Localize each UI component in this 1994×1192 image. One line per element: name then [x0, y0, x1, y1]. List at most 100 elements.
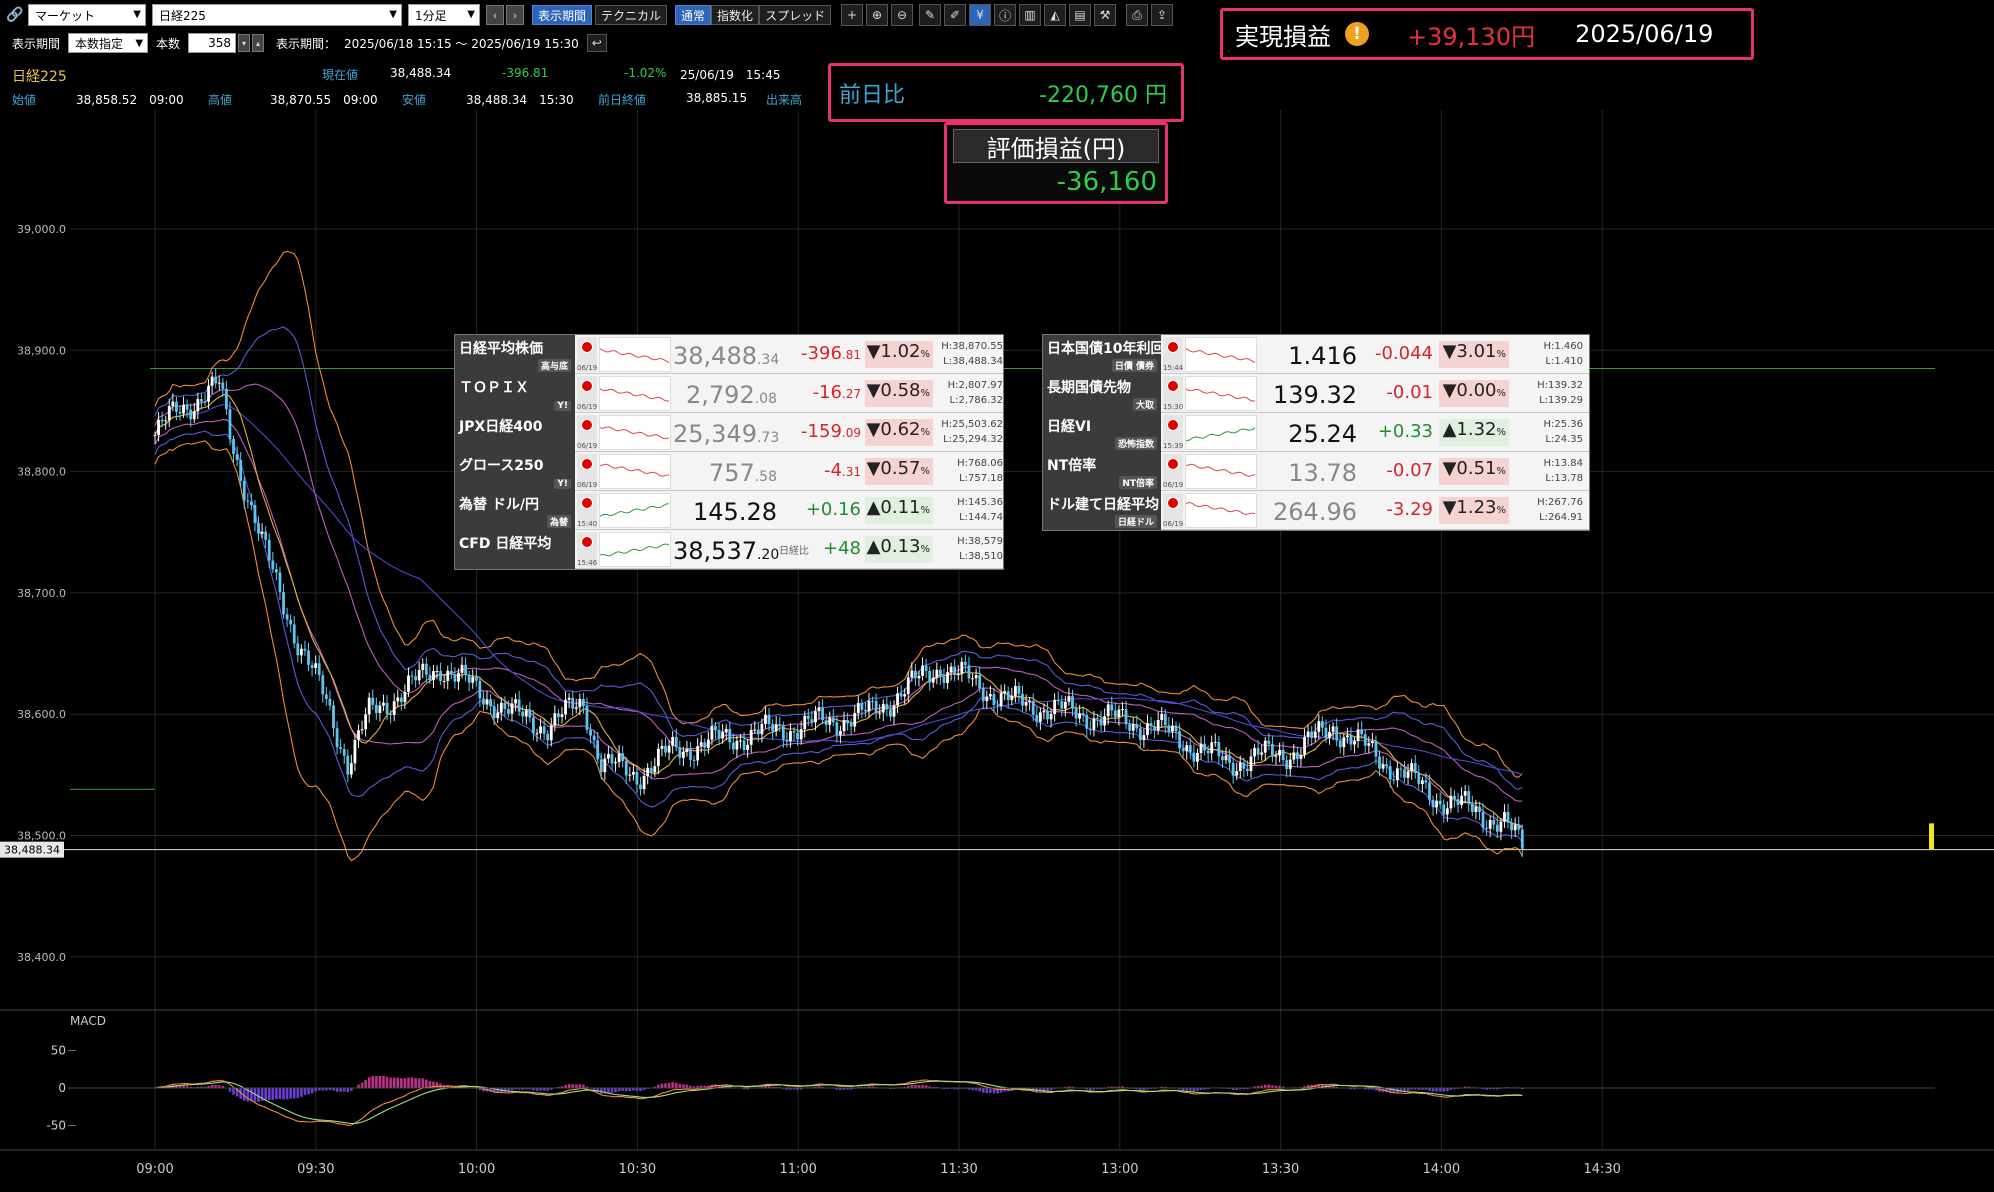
candle-body — [731, 742, 735, 750]
candle-body — [967, 665, 971, 679]
quote-row[interactable]: 日本国債10年利回り日債 債券15:441.416-0.044▼3.01%H:1… — [1043, 335, 1589, 374]
pencil-icon[interactable]: ✎ — [919, 4, 942, 26]
high-label: 高値 — [208, 93, 233, 107]
realized-pl-date: 2025/06/19 — [1575, 20, 1714, 48]
candle-body — [949, 666, 953, 673]
candle-body — [285, 614, 289, 620]
period-mode-select[interactable]: 本数指定 ▼ — [68, 33, 149, 53]
yen-icon[interactable]: ¥ — [969, 4, 992, 26]
quote-source-badge: 恐怖指数 — [1114, 437, 1157, 450]
candle-body — [910, 670, 914, 678]
candle-body — [771, 724, 775, 732]
quote-row[interactable]: CFD 日経平均 15:46 38,537.20 日経比 +48 ▲0.13% H:38,5… — [455, 530, 1003, 569]
candle-body — [460, 664, 464, 673]
candle-body — [985, 696, 989, 702]
price-chart[interactable]: MACD 50 0 -50 39,000.0 38,900.0 38,800.0 38,70… — [0, 110, 1994, 1192]
candle-body — [671, 736, 675, 746]
quote-change-dec: .09 — [841, 426, 861, 440]
index-mode-button[interactable]: 指数化 — [711, 5, 760, 25]
print-icon[interactable]: ⎙ — [1126, 4, 1149, 26]
symbol-select[interactable]: 日経225 ▼ — [152, 4, 402, 26]
candle-body — [389, 713, 393, 715]
candle-body — [474, 677, 478, 681]
macd-histogram-bar — [985, 1088, 989, 1093]
candle-body — [578, 698, 582, 708]
export-icon[interactable]: ⇪ — [1151, 4, 1174, 26]
candle-body — [1517, 824, 1521, 830]
quote-row[interactable]: 長期国債先物 大取 15:30 139.32 -0.01 ▼0.00% H:139.32 L:… — [1043, 374, 1589, 413]
candle-body — [1246, 768, 1249, 772]
market-select[interactable]: マーケット ▼ — [28, 4, 146, 26]
candle-body — [571, 697, 575, 709]
candle-body — [349, 763, 353, 775]
technical-button[interactable]: テクニカル — [595, 5, 668, 25]
candle-body — [339, 747, 343, 750]
quote-row[interactable]: ドル建て日経平均 日経ドル 06/19 264.96 -3.29 ▼1.23% H:267.… — [1043, 491, 1589, 530]
quote-row[interactable]: JPX日経400 06/19 25,349.73 -159.09 ▼0.62% H:25,… — [455, 413, 1003, 452]
macd-histogram-bar — [310, 1088, 314, 1094]
candle-body — [1074, 708, 1078, 719]
quote-pct: ▲1.32% — [1439, 419, 1509, 446]
macd-histogram-bar — [342, 1088, 346, 1092]
candle-body — [946, 672, 949, 684]
candle-body — [831, 717, 835, 723]
candle-body — [492, 706, 496, 719]
open-value: 38,858.52 09:00 — [76, 93, 184, 107]
candle-body — [953, 666, 957, 675]
macd-histogram-bar — [278, 1088, 282, 1100]
count-input[interactable]: 358 — [188, 33, 237, 53]
percent-sign: % — [920, 544, 930, 555]
quote-row[interactable]: 日経平均株価 高与底 06/19 38,488.34 -396.81 ▼1.02% H:38… — [455, 335, 1003, 374]
x-axis-label: 09:30 — [297, 1162, 334, 1177]
quote-name: 日本国債10年利回り日債 債券 — [1043, 335, 1161, 374]
crosshair-icon[interactable]: + — [841, 4, 864, 26]
zoom-in-icon[interactable]: ⊕ — [866, 4, 889, 26]
sparkline — [599, 415, 671, 450]
quote-datetime: 25/06/19 15:45 — [680, 68, 781, 82]
japan-flag-icon — [1167, 497, 1179, 509]
candle-body — [446, 670, 450, 681]
quote-row[interactable]: 為替 ドル/円 為替 15:40 145.28 +0.16 ▲0.11% H:145.36 L… — [455, 491, 1003, 530]
quote-row[interactable]: グロース250 Y! 06/19 757.58 -4.31 ▼0.57% H:768.06 L… — [455, 452, 1003, 491]
return-icon[interactable]: ↩ — [586, 34, 607, 52]
interval-select[interactable]: 1分足 ▼ — [408, 4, 480, 26]
link-icon[interactable]: 🔗 — [6, 7, 28, 23]
candle-body — [382, 702, 385, 706]
candle-body — [1153, 726, 1156, 731]
period-button[interactable]: 表示期間 — [532, 5, 593, 25]
quote-source-badge: NT倍率 — [1119, 476, 1157, 489]
candle-body — [1199, 743, 1203, 754]
next-button[interactable]: › — [506, 5, 524, 25]
range-label: 表示期間： — [276, 36, 337, 51]
count-spinner[interactable]: ▾ — [238, 34, 251, 52]
candle-body — [717, 730, 721, 739]
count-spinner-up[interactable]: ▴ — [252, 34, 265, 52]
macd-histogram-bar — [314, 1088, 317, 1092]
normal-mode-button[interactable]: 通常 — [675, 5, 712, 25]
quote-row[interactable]: 日経VI 恐怖指数 15:39 25.24 +0.33 ▲1.32% H:25.36 L:24… — [1043, 413, 1589, 452]
prev-button[interactable]: ‹ — [486, 5, 504, 25]
quote-name: 為替 ドル/円 為替 — [455, 491, 575, 530]
zoom-out-icon[interactable]: ⊖ — [891, 4, 914, 26]
candle-body — [996, 705, 999, 707]
info-icon[interactable]: ⓘ — [994, 4, 1017, 26]
wrench-icon[interactable]: ⚒ — [1094, 4, 1117, 26]
bar-chart-icon[interactable]: ▥ — [1019, 4, 1042, 26]
candle-body — [1513, 824, 1517, 831]
quote-row[interactable]: ＴＯＰＩＸ Y! 06/19 2,792.08 -16.27 ▼0.58% H:2,807.… — [455, 374, 1003, 413]
candle-body — [999, 693, 1003, 707]
candle-body — [1306, 731, 1310, 738]
chevron-down-icon: ▼ — [389, 9, 397, 20]
candle-body — [1135, 724, 1139, 729]
quote-high-low: H:1.460 L:1.410 — [1515, 339, 1583, 369]
columns-icon[interactable]: ▤ — [1069, 4, 1092, 26]
quote-row[interactable]: NT倍率 NT倍率 06/19 13.78 -0.07 ▼0.51% H:13.84 L:13… — [1043, 452, 1589, 491]
percent-sign: % — [1496, 505, 1506, 516]
candle-body — [221, 382, 225, 389]
candle-body — [853, 712, 857, 727]
draw-icon[interactable]: ✐ — [944, 4, 967, 26]
spread-mode-button[interactable]: スプレッド — [759, 5, 832, 25]
area-chart-icon[interactable]: ◭ — [1044, 4, 1067, 26]
quote-change: -3.29 — [1386, 499, 1433, 520]
candle-body — [1320, 721, 1324, 728]
